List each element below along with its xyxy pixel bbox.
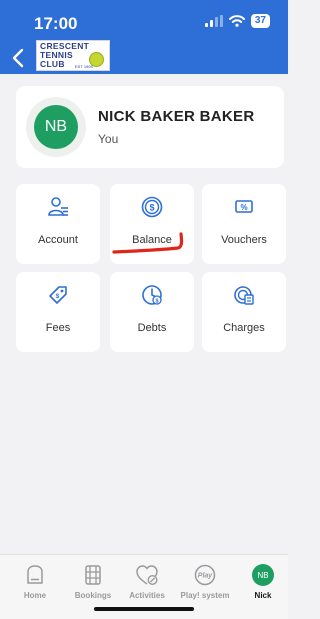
avatar: NB [34, 105, 78, 149]
avatar: NB [252, 564, 274, 586]
menu-tile-label: Vouchers [221, 234, 267, 246]
menu-tile-charges[interactable]: Charges [202, 272, 286, 352]
svg-text:Play: Play [198, 573, 214, 580]
charges-icon [202, 284, 286, 306]
avatar-ring: NB [26, 97, 86, 157]
tab-play-system-label: Play! system [180, 591, 230, 600]
status-icons: 37 [204, 14, 270, 28]
tab-home-label: Home [23, 591, 47, 600]
svg-text:$: $ [155, 298, 158, 304]
tab-play-system[interactable]: Play Play! system [176, 563, 234, 603]
menu-tile-label: Charges [223, 322, 265, 334]
vouchers-icon: % [202, 196, 286, 218]
wifi-icon [228, 15, 245, 27]
menu-tile-label: Fees [45, 322, 71, 334]
activities-icon [118, 563, 176, 587]
tab-activities[interactable]: Activities [118, 563, 176, 603]
fees-icon: $ [16, 284, 100, 306]
svg-text:%: % [240, 203, 247, 212]
tab-activities-label: Activities [129, 591, 165, 600]
profile-subtitle: You [98, 132, 119, 146]
menu-tile-label: Account [38, 234, 78, 246]
menu-tile-vouchers[interactable]: % Vouchers [202, 184, 286, 264]
back-button[interactable] [8, 46, 28, 70]
tab-bookings[interactable]: Bookings [64, 563, 122, 603]
app-header: 17:00 37 CRESCENT TENNIS CLUB EST 1905 [0, 0, 288, 74]
account-icon [16, 196, 100, 218]
bookings-icon [64, 563, 122, 587]
home-indicator [94, 607, 194, 611]
menu-tile-balance[interactable]: $ Balance [110, 184, 194, 264]
profile-name: NICK BAKER BAKER [98, 108, 255, 125]
menu-tile-label: Balance [132, 234, 172, 246]
tab-nick[interactable]: NB Nick [234, 563, 292, 603]
play-system-icon: Play [176, 563, 234, 587]
club-logo: CRESCENT TENNIS CLUB EST 1905 [36, 40, 110, 71]
debts-icon: $ [110, 284, 194, 306]
chevron-left-icon [12, 48, 24, 68]
tab-nick-label: Nick [254, 591, 272, 600]
svg-text:$: $ [149, 203, 154, 213]
cellular-signal-icon [204, 15, 223, 27]
battery-indicator: 37 [250, 14, 270, 28]
menu-tile-label: Debts [137, 322, 167, 334]
profile-card[interactable]: NB NICK BAKER BAKER You [16, 86, 284, 168]
svg-text:$: $ [56, 294, 60, 300]
menu-tile-fees[interactable]: $ Fees [16, 272, 100, 352]
menu-tile-account[interactable]: Account [16, 184, 100, 264]
tab-bookings-label: Bookings [74, 591, 112, 600]
tab-home[interactable]: Home [6, 563, 64, 603]
menu-tile-debts[interactable]: $ Debts [110, 272, 194, 352]
balance-icon: $ [110, 196, 194, 218]
home-icon [6, 563, 64, 587]
club-logo-est: EST 1905 [75, 64, 93, 69]
status-time: 17:00 [34, 14, 78, 33]
tennis-ball-icon [89, 52, 104, 67]
